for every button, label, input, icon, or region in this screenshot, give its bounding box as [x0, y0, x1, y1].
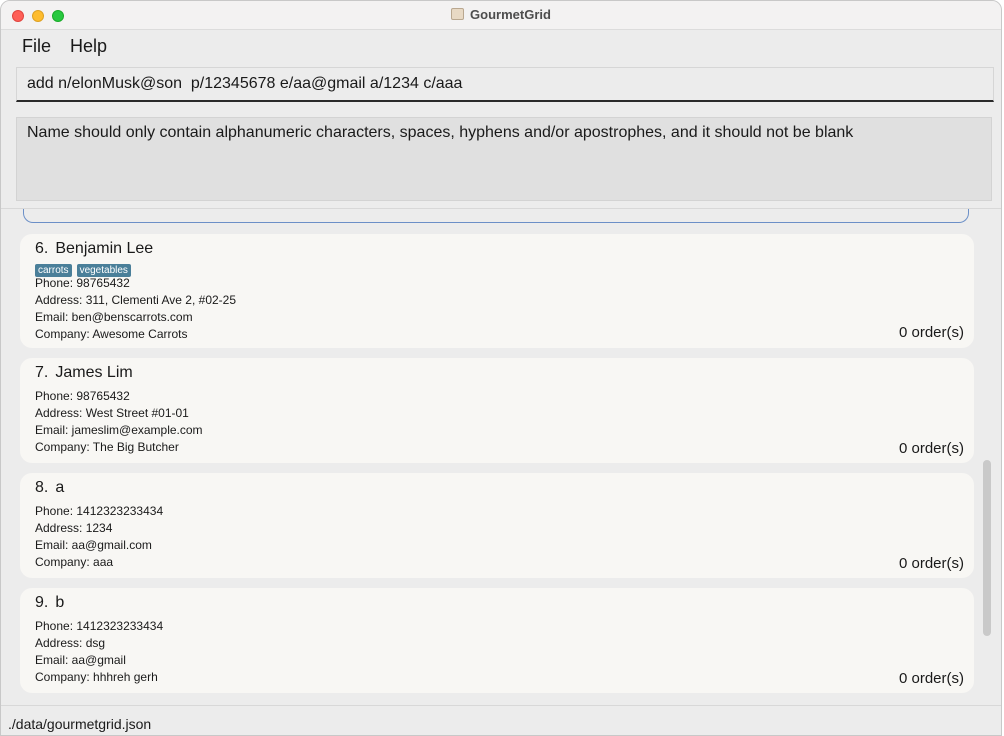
card-phone: Phone: 98765432: [35, 276, 130, 290]
card-index: 7.: [35, 364, 49, 381]
command-box[interactable]: [16, 67, 994, 102]
card-email: Email: aa@gmail.com: [35, 538, 152, 552]
person-card[interactable]: 9. b Phone: 1412323233434 Address: dsg Em…: [20, 588, 974, 693]
card-orders: 0 order(s): [898, 440, 964, 457]
card-index: 8.: [35, 479, 49, 496]
card-title: 6. Benjamin Lee: [35, 240, 153, 258]
card-orders: 0 order(s): [898, 555, 964, 572]
command-input[interactable]: [27, 75, 977, 93]
card-address: Address: 311, Clementi Ave 2, #02-25: [35, 293, 237, 307]
card-title: 7. James Lim: [35, 364, 133, 382]
card-orders: 0 order(s): [898, 324, 964, 341]
card-address: Address: West Street #01-01: [35, 406, 189, 420]
card-phone: Phone: 1412323233434: [35, 504, 164, 518]
list-scrollbar[interactable]: [983, 460, 991, 636]
card-company: Company: hhhreh gerh: [35, 670, 158, 684]
card-title: 8. a: [35, 479, 64, 497]
card-phone: Phone: 1412323233434: [35, 619, 164, 633]
title-bar: GourmetGrid: [1, 1, 1001, 30]
window-title-wrap: GourmetGrid: [1, 7, 1001, 22]
window-title: GourmetGrid: [470, 7, 551, 22]
card-name: Benjamin Lee: [55, 240, 154, 257]
card-index: 9.: [35, 594, 49, 611]
menu-help[interactable]: Help: [70, 36, 107, 57]
person-card[interactable]: 8. a Phone: 1412323233434 Address: 1234 E…: [20, 473, 974, 578]
card-orders: 0 order(s): [898, 670, 964, 687]
result-display: Name should only contain alphanumeric ch…: [16, 117, 992, 201]
card-company: Company: Awesome Carrots: [35, 327, 188, 341]
person-list[interactable]: 6. Benjamin Lee carrots vegetables Phone: …: [1, 208, 1001, 705]
card-company: Company: aaa: [35, 555, 114, 569]
card-address: Address: dsg: [35, 636, 106, 650]
card-email: Email: jameslim@example.com: [35, 423, 203, 437]
result-message: Name should only contain alphanumeric ch…: [27, 124, 854, 141]
card-email: Email: ben@benscarrots.com: [35, 310, 193, 324]
card-phone: Phone: 98765432: [35, 389, 130, 403]
menu-file[interactable]: File: [22, 36, 51, 57]
card-name: James Lim: [55, 364, 133, 381]
card-index: 6.: [35, 240, 49, 257]
previous-card-edge: [23, 209, 969, 223]
person-card[interactable]: 7. James Lim Phone: 98765432 Address: Wes…: [20, 358, 974, 463]
status-bar: ./data/gourmetgrid.json: [1, 705, 1001, 735]
menu-bar: File Help: [1, 30, 1001, 62]
data-file-path: ./data/gourmetgrid.json: [8, 716, 152, 732]
app-icon: [451, 8, 465, 20]
card-name: a: [55, 479, 65, 496]
card-title: 9. b: [35, 594, 64, 612]
card-company: Company: The Big Butcher: [35, 440, 179, 454]
person-card[interactable]: 6. Benjamin Lee carrots vegetables Phone: …: [20, 234, 974, 348]
card-address: Address: 1234: [35, 521, 113, 535]
card-name: b: [55, 594, 65, 611]
app-window: GourmetGrid File Help Name should only c…: [0, 0, 1002, 736]
card-email: Email: aa@gmail: [35, 653, 126, 667]
